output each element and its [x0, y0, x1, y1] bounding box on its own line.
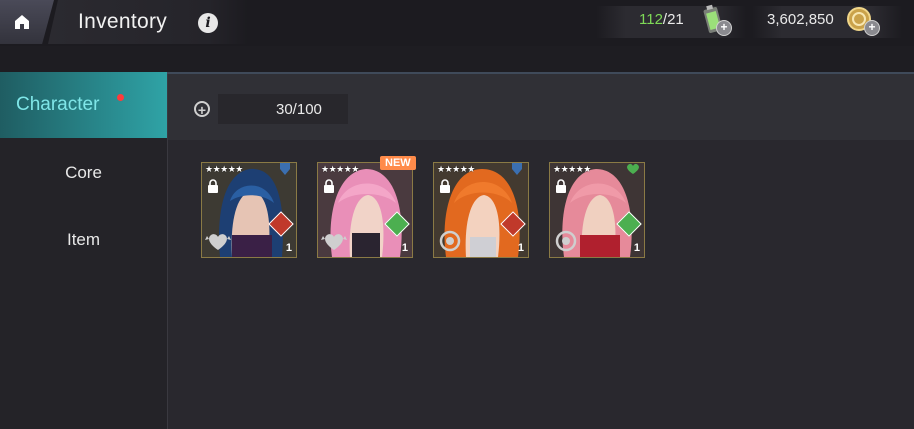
- sidebar-item-character[interactable]: Character: [0, 72, 167, 138]
- add-gold-button[interactable]: +: [864, 20, 880, 36]
- rarity-stars: ★★★★★: [321, 164, 359, 174]
- new-badge: NEW: [380, 156, 416, 170]
- card-count: 1: [401, 242, 408, 254]
- shield-icon: [512, 163, 522, 175]
- sidebar-item-item[interactable]: Item: [0, 207, 167, 273]
- stamina-readout: 112/21: [639, 11, 684, 28]
- stamina-max: /21: [662, 11, 684, 28]
- page-title: Inventory: [78, 10, 168, 33]
- card-count: 1: [285, 242, 292, 254]
- capacity-count: 30/100: [276, 101, 322, 118]
- rarity-stars: ★★★★★: [437, 164, 475, 174]
- expand-capacity-button[interactable]: +: [194, 101, 210, 118]
- stamina-current: 112: [639, 11, 663, 28]
- gold-amount: 3,602,850: [767, 11, 834, 28]
- sidebar-item-core[interactable]: Core: [0, 140, 167, 206]
- character-card[interactable]: ★★★★★ 1: [549, 162, 645, 258]
- character-card[interactable]: ★★★★★ 1: [201, 162, 297, 258]
- heart-wings-icon: [321, 234, 347, 250]
- lock-icon: [556, 179, 566, 193]
- rarity-stars: ★★★★★: [205, 164, 243, 174]
- sidebar: Character Core Item: [0, 72, 168, 429]
- card-count: 1: [517, 242, 524, 254]
- ring-icon: [439, 230, 461, 252]
- lock-icon: [208, 179, 218, 193]
- heart-wings-icon: [205, 234, 231, 250]
- sidebar-item-label: Item: [66, 230, 101, 249]
- add-stamina-button[interactable]: +: [716, 20, 732, 36]
- sidebar-item-label: Core: [65, 163, 102, 182]
- rarity-stars: ★★★★★: [553, 164, 591, 174]
- home-icon: [15, 15, 29, 29]
- character-card[interactable]: ★★★★★ 1: [317, 162, 413, 258]
- heart-icon: [627, 163, 639, 174]
- info-icon[interactable]: i: [198, 13, 218, 33]
- sidebar-item-label: Character: [16, 94, 100, 115]
- lock-icon: [324, 179, 334, 193]
- character-card[interactable]: ★★★★★ 1: [433, 162, 529, 258]
- card-count: 1: [633, 242, 640, 254]
- ring-icon: [555, 230, 577, 252]
- shield-icon: [280, 163, 290, 175]
- notification-dot: [117, 94, 124, 101]
- lock-icon: [440, 179, 450, 193]
